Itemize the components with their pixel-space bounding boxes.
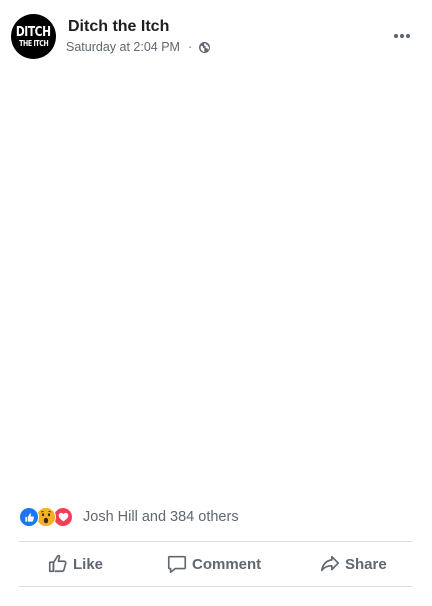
comment-button[interactable]: Comment — [166, 553, 261, 575]
divider-top — [19, 541, 412, 542]
post-timestamp[interactable]: Saturday at 2:04 PM — [66, 40, 180, 54]
reaction-icons — [19, 507, 73, 527]
page-avatar[interactable]: DITCH THE ITCH — [11, 14, 56, 59]
like-button[interactable]: Like — [47, 553, 103, 575]
meta-separator: · — [187, 40, 193, 54]
share-label: Share — [345, 555, 387, 573]
post-meta: Saturday at 2:04 PM · — [66, 40, 211, 54]
like-reaction-icon — [19, 507, 39, 527]
globe-icon[interactable] — [199, 41, 211, 53]
reactions-row[interactable]: Josh Hill and 384 others — [19, 507, 239, 527]
page-name-link[interactable]: Ditch the Itch — [68, 18, 169, 36]
comment-bubble-icon — [167, 555, 187, 574]
action-bar: Like Comment Share — [19, 543, 412, 585]
love-reaction-icon — [53, 507, 73, 527]
wow-reaction-icon — [36, 507, 56, 527]
post-content-area — [0, 70, 432, 495]
more-options-icon[interactable] — [390, 25, 414, 47]
avatar-text-line1: DITCH — [16, 25, 51, 40]
share-arrow-icon — [320, 555, 340, 572]
like-label: Like — [73, 555, 104, 573]
comment-label: Comment — [192, 555, 262, 573]
thumbs-up-icon — [48, 554, 67, 573]
avatar-text-line2: THE ITCH — [18, 39, 49, 48]
divider-bottom — [19, 586, 412, 587]
share-button[interactable]: Share — [319, 553, 387, 575]
reaction-summary[interactable]: Josh Hill and 384 others — [83, 509, 239, 525]
facebook-post: DITCH THE ITCH Ditch the Itch Saturday a… — [0, 0, 432, 606]
post-header: DITCH THE ITCH Ditch the Itch Saturday a… — [11, 14, 416, 60]
